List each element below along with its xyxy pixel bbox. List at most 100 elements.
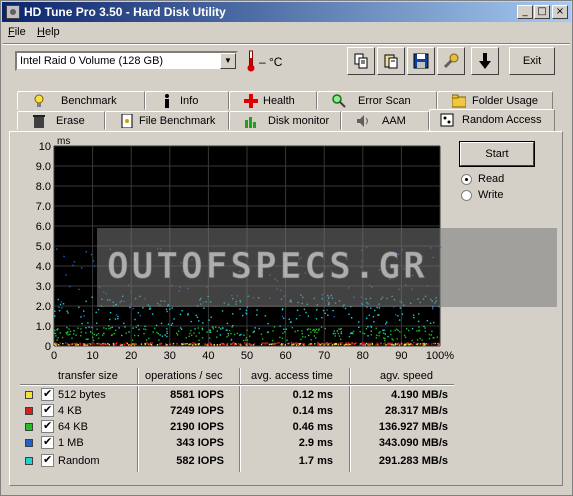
close-button[interactable]: × <box>552 5 568 19</box>
data-point <box>424 327 426 329</box>
data-point <box>142 307 144 309</box>
header-operations: operations / sec <box>145 370 223 382</box>
save-button[interactable] <box>407 47 435 75</box>
data-point <box>240 333 242 336</box>
copy-info-button[interactable] <box>347 47 375 75</box>
data-point <box>413 342 415 344</box>
disk-icon <box>6 5 20 19</box>
row-checkbox[interactable] <box>41 419 54 433</box>
data-point <box>87 322 89 324</box>
data-point <box>272 330 274 332</box>
row-checkbox[interactable] <box>41 387 54 401</box>
x-tick-label: 100% <box>426 350 454 362</box>
data-point <box>121 344 124 346</box>
data-point <box>219 343 221 346</box>
tab-benchmark[interactable]: Benchmark <box>17 91 145 110</box>
data-point <box>239 334 241 336</box>
data-point <box>198 342 200 345</box>
tab-info[interactable]: Info <box>145 91 229 110</box>
data-point <box>372 316 375 318</box>
data-point <box>54 310 56 312</box>
data-point <box>274 342 277 345</box>
data-point <box>114 318 117 320</box>
data-point <box>327 314 329 316</box>
read-radio-dot[interactable] <box>461 174 472 185</box>
data-point <box>367 342 369 345</box>
data-point <box>144 342 146 345</box>
row-checkbox[interactable] <box>41 435 54 449</box>
data-point <box>70 343 72 345</box>
data-point <box>109 327 112 329</box>
tab-file-benchmark[interactable]: File Benchmark <box>105 111 229 130</box>
data-point <box>390 330 392 332</box>
data-point <box>423 325 425 328</box>
data-point <box>306 328 309 331</box>
data-point <box>310 331 312 333</box>
data-point <box>245 309 248 312</box>
data-point <box>201 327 204 330</box>
start-button[interactable]: Start <box>459 141 535 167</box>
data-point <box>309 343 311 346</box>
data-point <box>246 342 248 344</box>
drive-select[interactable]: Intel Raid 0 Volume (128 GB) ▼ <box>15 51 238 71</box>
tab-disk-monitor[interactable]: Disk monitor <box>229 111 341 130</box>
x-tick-label: 20 <box>125 350 137 362</box>
data-point <box>411 339 413 342</box>
y-tick-label: 1.0 <box>36 321 51 333</box>
tab-erase[interactable]: Erase <box>17 111 105 130</box>
data-point <box>397 329 399 332</box>
minimize-button[interactable]: _ <box>517 5 533 19</box>
data-point <box>295 344 298 346</box>
maximize-button[interactable]: □ <box>534 5 550 19</box>
data-point <box>314 343 316 345</box>
exit-button[interactable]: Exit <box>509 47 555 75</box>
data-point <box>285 328 287 330</box>
data-point <box>370 342 372 344</box>
data-point <box>413 316 415 319</box>
data-point <box>198 320 200 322</box>
data-point <box>264 315 267 317</box>
data-point <box>302 343 304 345</box>
options-button[interactable] <box>437 47 465 75</box>
data-point <box>143 332 145 335</box>
data-point <box>370 307 372 309</box>
write-radio[interactable]: Write <box>461 189 541 203</box>
data-point <box>85 332 87 334</box>
data-point <box>288 342 290 345</box>
read-radio[interactable]: Read <box>461 173 541 187</box>
data-point <box>73 330 75 332</box>
menu-help[interactable]: Help <box>37 26 60 38</box>
data-point <box>310 339 312 341</box>
data-point <box>268 343 271 346</box>
tab-random-access[interactable]: Random Access <box>429 109 555 131</box>
data-point <box>55 335 57 337</box>
magnifier-icon <box>332 94 346 108</box>
x-tick-label: 90 <box>395 350 407 362</box>
data-point <box>294 330 296 333</box>
tab-error-scan[interactable]: Error Scan <box>317 91 437 110</box>
data-point <box>182 342 185 345</box>
tab-health[interactable]: Health <box>229 91 317 110</box>
data-point <box>111 326 113 329</box>
data-point <box>86 338 88 341</box>
write-radio-dot[interactable] <box>461 190 472 201</box>
data-point <box>134 343 136 346</box>
tab-aam[interactable]: AAM <box>341 111 429 130</box>
data-point <box>373 321 375 323</box>
row-checkbox[interactable] <box>41 453 54 467</box>
copy-all-button[interactable] <box>377 47 405 75</box>
data-point <box>291 326 294 329</box>
app-window: HD Tune Pro 3.50 - Hard Disk Utility _ □… <box>0 0 573 496</box>
data-point <box>175 332 178 335</box>
data-point <box>74 343 76 345</box>
download-button[interactable] <box>471 47 499 75</box>
data-point <box>196 343 199 345</box>
data-point <box>208 319 210 321</box>
data-point <box>218 326 220 329</box>
y-tick-label: 3.0 <box>36 281 51 293</box>
chevron-down-icon[interactable]: ▼ <box>220 53 236 69</box>
tab-folder-usage[interactable]: Folder Usage <box>437 91 553 110</box>
row-checkbox[interactable] <box>41 403 54 417</box>
menu-file[interactable]: File <box>8 26 26 38</box>
y-axis-label: ms <box>57 136 70 147</box>
